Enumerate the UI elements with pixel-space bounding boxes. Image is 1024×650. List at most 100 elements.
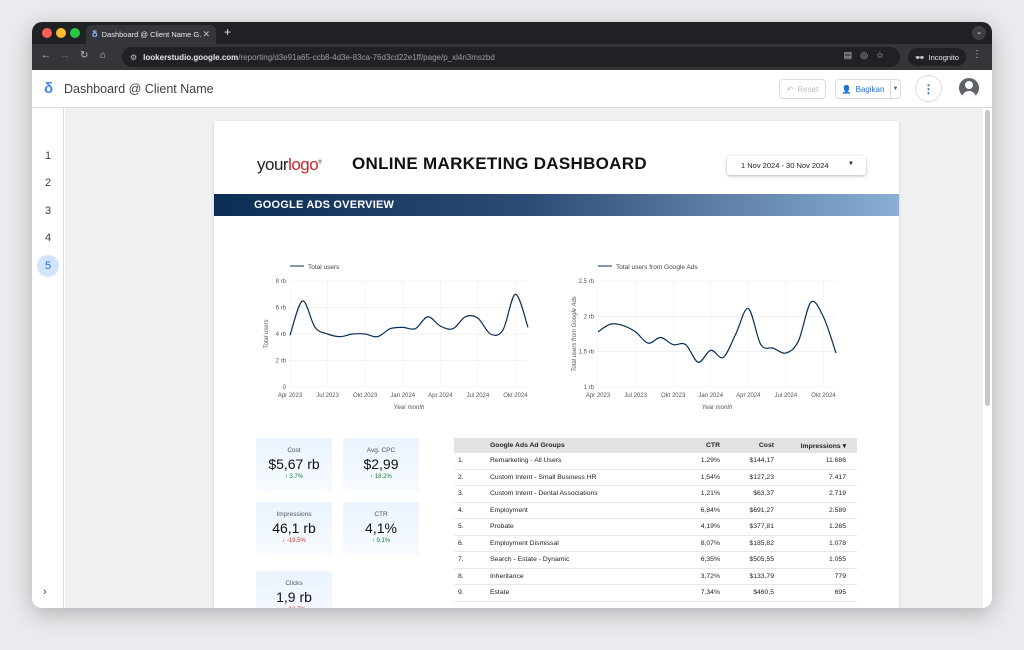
google-ads-users-chart[interactable]: Total users from Google Ads 1 rb 1,5 rb 2 r… [564,261,844,411]
reset-button[interactable]: ↶ Reset [779,79,826,99]
site-info-icon[interactable]: ⚙ [130,53,137,62]
share-dropdown-button[interactable]: ▼ [890,79,901,99]
data-point [798,340,800,342]
table-row[interactable]: 9. Estate 7,34% $460,5 695 [454,585,857,602]
impressions-cell: 2.589 [828,506,846,514]
ad-group-name: Search - Estate - Dynamic [490,556,570,564]
arrow-up-icon: ↑ [371,538,375,544]
maximize-window-button[interactable] [70,28,80,38]
scorecard-cost[interactable]: Cost $5,67 rb ↑ 3.7% [256,438,332,491]
data-point [697,361,699,363]
more-vert-icon: ⋮ [922,81,935,96]
page-navigation: 1 2 3 4 5 › [32,108,64,608]
x-tick-label: Jan 2024 [698,393,723,399]
data-point [610,323,612,325]
legend-label: Total users [308,264,340,271]
table-row[interactable]: 3. Custom Intent - Dental Associations 1,2… [454,486,857,503]
row-index: 8. [458,572,464,580]
impressions-cell: 779 [834,572,846,580]
ad-groups-table: Google Ads Ad Groups CTR Cost Impression… [454,438,857,602]
x-tick-label: Apr 2024 [428,393,453,399]
page-link-1[interactable]: 1 [37,145,59,167]
looker-studio-logo-icon[interactable]: δ [44,80,53,97]
table-header: Google Ads Ad Groups CTR Cost Impression… [454,438,857,453]
scorecard-avg-cpc[interactable]: Avg. CPC $2,99 ↑ 18.2% [343,438,419,491]
data-point [672,344,674,346]
close-window-button[interactable] [42,28,52,38]
column-header-ctr[interactable]: CTR [670,442,720,449]
page-link-4[interactable]: 4 [37,227,59,249]
app-header: δ Dashboard @ Client Name ↶ Reset 👤 Bagi… [32,70,992,108]
data-point [314,326,316,328]
more-options-button[interactable]: ⋮ [915,75,942,102]
home-icon[interactable]: ⌂ [100,50,106,61]
reset-label: Reset [797,84,819,94]
date-range-control[interactable]: 1 Nov 2024 - 30 Nov 2024 ▼ [727,156,866,175]
x-tick-label: Jul 2023 [624,393,647,399]
back-arrow-icon[interactable]: ← [41,50,51,61]
url-field[interactable]: ⚙ lookerstudio.google.com /reporting/d3e… [122,47,900,67]
vertical-scrollbar[interactable] [985,110,990,406]
minimize-window-button[interactable] [56,28,66,38]
section-banner: GOOGLE ADS OVERVIEW [214,194,899,216]
share-button[interactable]: 👤 Bagikan [835,79,891,99]
data-point [477,317,479,319]
impressions-cell: 1.078 [828,539,846,547]
tab-bar: 𝛅 Dashboard @ Client Name G... ✕ + ⌄ [32,22,992,44]
column-header-cost[interactable]: Cost [720,442,774,449]
ctr-cell: 1,29% [700,457,720,465]
incognito-badge[interactable]: 🕶 Incognito [908,48,966,66]
y-tick-label: 0 [283,385,287,391]
ad-group-name: Inheritance [490,572,524,580]
impressions-cell: 1.265 [828,523,846,531]
column-header-name[interactable]: Google Ads Ad Groups [490,442,670,449]
data-point [502,329,504,331]
y-axis-title: Total users [264,319,270,348]
omnibox-action-icons[interactable]: ▤◎☆ [844,50,892,61]
x-tick-label: Apr 2023 [278,393,303,399]
forward-arrow-icon[interactable]: → [60,50,70,61]
scorecard-value: $5,67 rb [268,456,320,472]
new-tab-icon[interactable]: + [224,25,231,39]
scorecard-value: 1,9 rb [276,589,312,605]
account-avatar[interactable] [959,78,979,98]
ctr-cell: 1,21% [700,490,720,498]
page-link-3[interactable]: 3 [37,200,59,222]
table-row[interactable]: 1. Remarketing - All Users 1,29% $144,17 11.… [454,453,857,470]
data-point [364,333,366,335]
scorecard-delta-value: 9.1% [376,538,391,544]
row-index: 7. [458,556,464,564]
ctr-cell: 7,34% [700,589,720,597]
close-tab-icon[interactable]: ✕ [202,29,210,40]
table-row[interactable]: 5. Probate 4,19% $377,81 1.265 [454,519,857,536]
total-users-chart[interactable]: Total users 0 2 rb 4 rb 6 rb 8 rb Apr 2023 Jul … [256,261,536,411]
x-tick-label: Jul 2024 [775,393,798,399]
scorecard-impressions[interactable]: Impressions 46,1 rb ↓ -19.5% [256,502,332,555]
data-point [660,337,662,339]
data-point [810,301,812,303]
chevron-right-icon[interactable]: › [43,586,47,598]
browser-tab[interactable]: 𝛅 Dashboard @ Client Name G... ✕ [86,25,216,44]
scorecard-delta-value: -19.5% [286,538,306,544]
table-row[interactable]: 2. Custom Intent - Small Business HR 1,54%… [454,470,857,486]
ctr-cell: 6,84% [700,506,720,514]
report-name[interactable]: Dashboard @ Client Name [64,82,214,96]
column-header-impressions[interactable]: Impressions ▾ [774,442,852,450]
scorecard-ctr[interactable]: CTR 4,1% ↑ 9.1% [343,502,419,555]
data-point [685,344,687,346]
address-bar: ← → ↻ ⌂ ⚙ lookerstudio.google.com /repor… [32,44,992,70]
table-row[interactable]: 6. Employment Dismissal 8,07% $185,82 1.078 [454,536,857,552]
table-row[interactable]: 7. Search - Estate - Dynamic 6,35% $505,55 1… [454,552,857,569]
table-body: 1. Remarketing - All Users 1,29% $144,17 11.… [454,453,857,602]
reload-icon[interactable]: ↻ [80,50,88,61]
row-index: 9. [458,589,464,597]
page-link-2[interactable]: 2 [37,172,59,194]
page-link-5[interactable]: 5 [37,255,59,277]
browser-menu-icon[interactable]: ⋮ [972,49,982,60]
scorecard-clicks[interactable]: Clicks 1,9 rb ↓ -12.7% [256,571,332,608]
data-point [490,333,492,335]
tab-search-icon[interactable]: ⌄ [972,26,986,40]
x-tick-label: Jul 2024 [467,393,490,399]
table-row[interactable]: 8. Inheritance 3,72% $133,79 779 [454,569,857,585]
table-row[interactable]: 4. Employment 6,84% $691,27 2.589 [454,503,857,519]
